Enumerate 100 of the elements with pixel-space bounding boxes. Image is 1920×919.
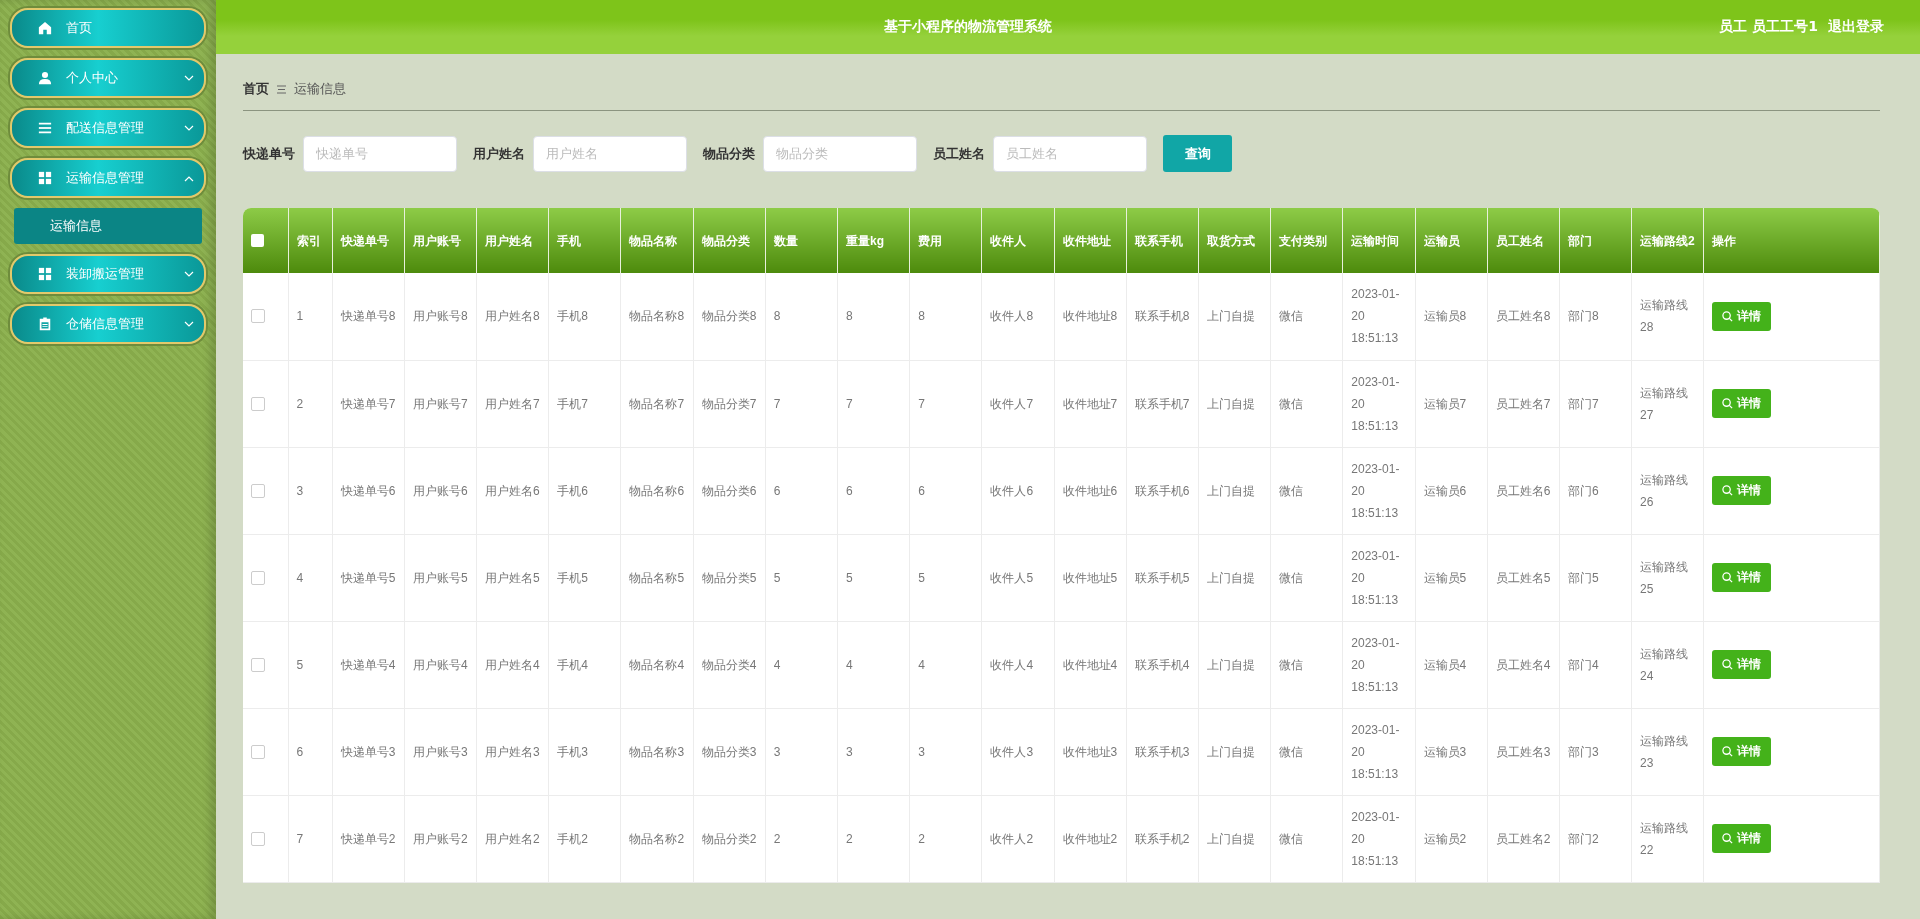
row-checkbox[interactable]	[251, 309, 265, 324]
row-checkbox[interactable]	[251, 570, 265, 585]
table-cell: 手机3	[548, 708, 621, 795]
details-button[interactable]: 详情	[1712, 650, 1772, 679]
sidebar-menu-item[interactable]: 首页	[10, 8, 206, 48]
column-header: 支付类别	[1270, 208, 1343, 273]
search-icon	[1722, 485, 1734, 496]
table-cell: 3	[837, 708, 910, 795]
column-header: 索引	[288, 208, 333, 273]
sidebar-submenu-item[interactable]: 运输信息	[14, 208, 202, 244]
table-cell: 2023-01-20 18:51:13	[1342, 447, 1416, 534]
table-cell: 6	[837, 447, 910, 534]
details-button[interactable]: 详情	[1712, 476, 1772, 505]
row-checkbox[interactable]	[251, 483, 265, 498]
details-button[interactable]: 详情	[1712, 737, 1772, 766]
table-cell: 5	[909, 534, 982, 621]
table-cell: 1	[288, 273, 333, 360]
select-all-checkbox[interactable]	[251, 234, 264, 247]
table-cell: 手机7	[548, 360, 621, 447]
table-cell: 联系手机3	[1126, 708, 1199, 795]
table-cell: 微信	[1270, 360, 1343, 447]
table-cell: 2	[837, 795, 910, 882]
table-cell: 7	[765, 360, 838, 447]
table-cell: 收件地址7	[1054, 360, 1127, 447]
logout-link[interactable]: 退出登录	[1828, 18, 1884, 36]
table-cell: 5	[288, 621, 333, 708]
column-header: 快递单号	[332, 208, 405, 273]
table-cell: 部门8	[1559, 273, 1632, 360]
table-cell: 物品名称5	[620, 534, 694, 621]
table-cell: 物品分类5	[693, 534, 766, 621]
search-field[interactable]: 快递单号	[303, 135, 457, 172]
table-cell: 用户姓名3	[476, 708, 549, 795]
column-header: 取货方式	[1198, 208, 1271, 273]
table-cell: 上门自提	[1198, 795, 1271, 882]
table-cell: 手机8	[548, 273, 621, 360]
table-cell: 7	[909, 360, 982, 447]
table-cell: 7	[837, 360, 910, 447]
details-button[interactable]: 详情	[1712, 824, 1772, 853]
column-header: 运输路线2	[1631, 208, 1704, 273]
search-field[interactable]: 用户姓名	[533, 135, 687, 172]
table-cell: 收件人7	[981, 360, 1055, 447]
sidebar-menu-item[interactable]: 运输信息管理	[10, 158, 206, 198]
sidebar-menu-item[interactable]: 个人中心	[10, 58, 206, 98]
column-header: 物品分类	[693, 208, 766, 273]
row-checkbox[interactable]	[251, 831, 265, 846]
table-cell: 微信	[1270, 447, 1343, 534]
table-cell: 部门3	[1559, 708, 1632, 795]
table-cell: 运输路线23	[1631, 708, 1704, 795]
search-button[interactable]: 查询	[1163, 135, 1232, 172]
table-cell: 联系手机8	[1126, 273, 1199, 360]
table-cell: 运输路线28	[1631, 273, 1704, 360]
breadcrumb-link[interactable]: 运输信息	[294, 80, 346, 98]
search-icon	[1722, 833, 1734, 844]
sidebar-menu-item[interactable]: 仓储信息管理	[10, 304, 206, 344]
column-header: 费用	[909, 208, 982, 273]
table-cell: 微信	[1270, 534, 1343, 621]
row-checkbox[interactable]	[251, 657, 265, 672]
sidebar-menu-item[interactable]: 装卸搬运管理	[10, 254, 206, 294]
table-cell: 2023-01-20 18:51:13	[1342, 795, 1416, 882]
table-cell: 用户账号2	[404, 795, 477, 882]
table-cell: 员工姓名8	[1487, 273, 1560, 360]
table-cell: 用户姓名4	[476, 621, 549, 708]
row-checkbox[interactable]	[251, 396, 265, 411]
search-field[interactable]: 员工姓名	[993, 135, 1147, 172]
table-cell: 收件人3	[981, 708, 1055, 795]
table-cell: 快递单号6	[332, 447, 405, 534]
table-cell: 物品名称4	[620, 621, 694, 708]
table-cell: 上门自提	[1198, 708, 1271, 795]
column-header: 收件地址	[1054, 208, 1127, 273]
table-cell: 运输路线27	[1631, 360, 1704, 447]
row-checkbox[interactable]	[251, 744, 265, 759]
table-cell: 手机4	[548, 621, 621, 708]
table-cell: 运输路线22	[1631, 795, 1704, 882]
table-cell: 员工姓名2	[1487, 795, 1560, 882]
table-cell: 物品分类6	[693, 447, 766, 534]
table-cell: 物品分类3	[693, 708, 766, 795]
grid-icon	[38, 267, 52, 281]
column-header: 运输员	[1415, 208, 1488, 273]
search-field[interactable]: 物品分类	[763, 135, 917, 172]
table-cell: 物品分类2	[693, 795, 766, 882]
breadcrumb-link[interactable]: 首页	[243, 80, 269, 98]
details-button[interactable]: 详情	[1712, 301, 1772, 331]
table-cell: 3	[909, 708, 982, 795]
details-button[interactable]: 详情	[1712, 389, 1772, 418]
details-button[interactable]: 详情	[1712, 563, 1772, 592]
table-cell: 2023-01-20 18:51:13	[1342, 360, 1416, 447]
field-label: 员工姓名	[933, 144, 985, 163]
table-cell: 快递单号2	[332, 795, 405, 882]
table-cell: 物品名称3	[620, 708, 694, 795]
table-cell: 用户姓名8	[476, 273, 549, 360]
table-cell: 用户账号6	[404, 447, 477, 534]
sidebar-menu-item[interactable]: 配送信息管理	[10, 108, 206, 148]
column-header: 物品名称	[620, 208, 694, 273]
field-label: 物品分类	[703, 144, 755, 163]
table-cell: 微信	[1270, 795, 1343, 882]
table-cell: 2023-01-20 18:51:13	[1342, 621, 1416, 708]
table-cell: 员工姓名7	[1487, 360, 1560, 447]
table-cell: 收件地址3	[1054, 708, 1127, 795]
column-header: 操作	[1703, 208, 1880, 273]
table-cell: 运输员2	[1415, 795, 1488, 882]
